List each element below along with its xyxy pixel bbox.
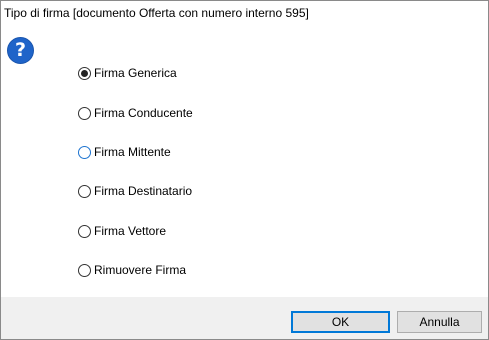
radio-button[interactable] [78, 224, 91, 238]
ok-button[interactable]: OK [291, 311, 390, 333]
radio-label: Firma Generica [94, 66, 177, 80]
radio-button[interactable] [78, 145, 91, 159]
radio-label: Firma Destinatario [94, 184, 193, 198]
question-icon: ? [7, 37, 34, 64]
radio-firma-vettore[interactable]: Firma Vettore [78, 223, 166, 239]
radio-button[interactable] [78, 184, 91, 198]
radio-firma-mittente[interactable]: Firma Mittente [78, 144, 171, 160]
radio-button[interactable] [78, 106, 91, 120]
signature-type-dialog: Tipo di firma [documento Offerta con num… [0, 0, 489, 340]
radio-label: Firma Conducente [94, 106, 193, 120]
radio-rimuovere-firma[interactable]: Rimuovere Firma [78, 262, 186, 278]
radio-button-selected[interactable] [78, 66, 91, 80]
cancel-button[interactable]: Annulla [397, 311, 482, 333]
radio-label: Firma Mittente [94, 145, 171, 159]
title-bar: Tipo di firma [documento Offerta con num… [1, 1, 488, 27]
radio-firma-conducente[interactable]: Firma Conducente [78, 105, 193, 121]
radio-firma-destinatario[interactable]: Firma Destinatario [78, 183, 192, 199]
dialog-title: Tipo di firma [documento Offerta con num… [4, 6, 309, 20]
button-bar: OK Annulla [1, 297, 488, 339]
radio-firma-generica[interactable]: Firma Generica [78, 65, 177, 81]
radio-button[interactable] [78, 263, 91, 277]
radio-label: Firma Vettore [94, 224, 167, 238]
radio-label: Rimuovere Firma [94, 263, 187, 277]
